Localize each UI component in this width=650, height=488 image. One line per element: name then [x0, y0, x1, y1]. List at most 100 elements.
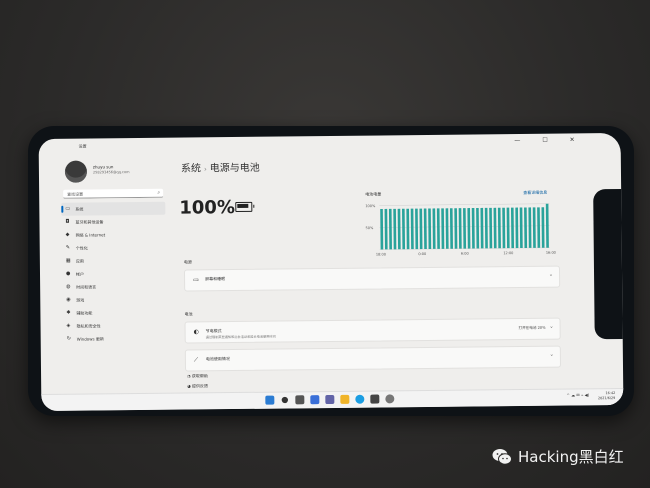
shield-icon: ◈	[66, 322, 71, 329]
battery-saver-value: 打开在电池 20%	[518, 325, 546, 331]
sidebar: zhuyu sun 258293456@qq.com 查找设置 ⌕ ▭ 系统 ◘ 蓝牙…	[61, 156, 173, 392]
screen-icon: ▭	[193, 276, 199, 284]
sidebar-item-label: 蓝牙和其他设备	[75, 219, 104, 225]
search-icon: ⌕	[157, 189, 161, 196]
sidebar-item[interactable]: ● 帐户	[62, 267, 166, 281]
chart-bar	[463, 208, 467, 249]
chart-bar	[441, 208, 445, 249]
battery-saver-desc: 通过限制某些通知和后台活动来延长电池使用时间	[205, 334, 276, 340]
sidebar-item[interactable]: ◍ 时间和语言	[62, 280, 166, 294]
sidebar-item-label: 网络 & Internet	[75, 232, 106, 238]
store-icon[interactable]	[370, 394, 380, 404]
chart-x-tick: 12:00	[503, 251, 513, 255]
chart-bar	[415, 208, 419, 250]
leaf-icon: ◐	[193, 328, 199, 336]
globe-icon: ◍	[66, 283, 71, 290]
sidebar-item[interactable]: ◉ 游戏	[62, 293, 166, 307]
game-icon: ◉	[66, 296, 71, 303]
chevron-down-icon: ⌄	[549, 351, 554, 358]
monitor-icon: ▭	[65, 205, 71, 212]
chart-bar	[380, 208, 384, 250]
sidebar-item-label: 隐私和安全性	[76, 323, 101, 329]
breadcrumb-separator: ›	[203, 165, 207, 174]
sidebar-item[interactable]: ▭ 系统	[61, 201, 166, 216]
task-view-icon[interactable]	[295, 395, 305, 405]
avatar[interactable]	[64, 160, 88, 183]
search-input[interactable]: 查找设置 ⌕	[63, 188, 164, 199]
chart-bar	[519, 207, 523, 249]
chart-bar	[458, 208, 462, 249]
sidebar-item-label: 系统	[75, 206, 84, 212]
settings-icon[interactable]	[385, 394, 395, 404]
chevron-down-icon: ⌄	[549, 323, 554, 330]
chart-gridline	[379, 203, 550, 206]
user-email: 258293456@qq.com	[92, 170, 130, 175]
chart-bar	[537, 207, 541, 248]
sidebar-item[interactable]: ▦ 应用	[62, 254, 166, 268]
wechat-logo-icon	[492, 448, 512, 465]
battery-icon	[235, 201, 253, 212]
chart-bar	[510, 207, 515, 249]
chevron-down-icon: ⌄	[548, 271, 554, 278]
chart-bar	[436, 208, 440, 249]
nav-list: ▭ 系统 ◘ 蓝牙和其他设备 ◆ 网络 & Internet ✎ 个性化 ▦ 应用 ● 帐户 ◍ 时间和语…	[61, 201, 167, 346]
main-content: 系统 › 电源与电池 100% 100% 50% 18:00 0:00 6:00 12:00 1…	[179, 152, 571, 396]
sidebar-item-label: 应用	[75, 258, 84, 264]
chart-bar	[493, 207, 497, 249]
chart-bar	[419, 208, 423, 250]
chat-icon[interactable]	[325, 394, 335, 405]
search-icon[interactable]	[281, 396, 289, 404]
page-title: 电源与电池	[209, 162, 260, 175]
phone-screen: 设置 — ☐ ✕ zhuyu sun 258293456@qq.com 查找设置…	[38, 132, 624, 412]
file-explorer-icon[interactable]	[340, 394, 350, 404]
screen-sleep-title: 屏幕和睡眠	[205, 276, 226, 282]
sidebar-item[interactable]: ◈ 隐私和安全性	[62, 319, 166, 333]
details-link[interactable]: 查看详细信息	[523, 190, 547, 196]
battery-usage-title: 电池使用情况	[205, 356, 230, 362]
breadcrumb: 系统 › 电源与电池	[181, 159, 260, 175]
section-battery-label: 电池	[184, 311, 193, 317]
system-tray[interactable]: ^ ☁ ✉ ⌁ ◀)	[566, 392, 589, 397]
help-links: ◔ 获取帮助 ◕ 提供反馈	[187, 373, 208, 393]
window-controls[interactable]: — ☐ ✕	[514, 136, 584, 144]
clock[interactable]: 16:42 2021/6/29	[598, 391, 615, 401]
chart-x-tick: 16:00	[546, 251, 556, 255]
chart-bar	[449, 208, 453, 249]
chart-bar	[388, 208, 392, 250]
chart-y-tick: 50%	[366, 226, 374, 230]
widgets-icon[interactable]	[310, 395, 320, 405]
battery-usage-card[interactable]: ⟋ 电池使用情况 ⌄	[184, 345, 562, 372]
usage-chart-icon: ⟋	[193, 356, 199, 364]
sidebar-item[interactable]: ↻ Windows 更新	[63, 332, 167, 346]
clock-date: 2021/6/29	[597, 396, 616, 401]
chart-bar	[484, 207, 488, 249]
chart-bar	[384, 208, 388, 250]
chart-title: 电池电量	[365, 191, 382, 197]
chart-bar	[445, 208, 449, 249]
sidebar-item[interactable]: ◘ 蓝牙和其他设备	[61, 215, 165, 229]
chart-bar	[502, 207, 506, 249]
battery-saver-card[interactable]: ◐ 节电模式 通过限制某些通知和后台活动来延长电池使用时间 打开在电池 20% …	[184, 317, 561, 344]
sidebar-item-label: 辅助功能	[76, 310, 93, 316]
chart-bar	[497, 207, 501, 249]
sidebar-item-label: 帐户	[75, 271, 85, 277]
chart-bar	[423, 208, 427, 250]
sidebar-item[interactable]: ✱ 辅助功能	[62, 306, 166, 320]
help-link[interactable]: ◔ 获取帮助	[187, 373, 208, 383]
chart-bar	[402, 208, 406, 250]
chart-bar	[454, 208, 458, 249]
apps-icon: ▦	[65, 257, 71, 264]
start-icon[interactable]	[265, 395, 275, 405]
sidebar-item[interactable]: ◆ 网络 & Internet	[62, 228, 166, 242]
wifi-icon: ◆	[65, 231, 70, 238]
sidebar-item[interactable]: ✎ 个性化	[62, 241, 166, 255]
edge-icon[interactable]	[355, 394, 365, 404]
brush-icon: ✎	[65, 244, 70, 251]
screen-sleep-card[interactable]: ▭ 屏幕和睡眠 ⌄	[183, 265, 561, 292]
chart-bar	[506, 207, 510, 249]
accessibility-icon: ✱	[66, 309, 71, 316]
breadcrumb-parent[interactable]: 系统	[181, 163, 201, 174]
user-name: zhuyu sun	[92, 164, 114, 170]
battery-level-chart: 100% 50% 18:00 0:00 6:00 12:00 16:00 电池电量 查看详细…	[365, 190, 556, 260]
chart-svg: 100% 50% 18:00 0:00 6:00 12:00 16:00	[365, 203, 556, 257]
